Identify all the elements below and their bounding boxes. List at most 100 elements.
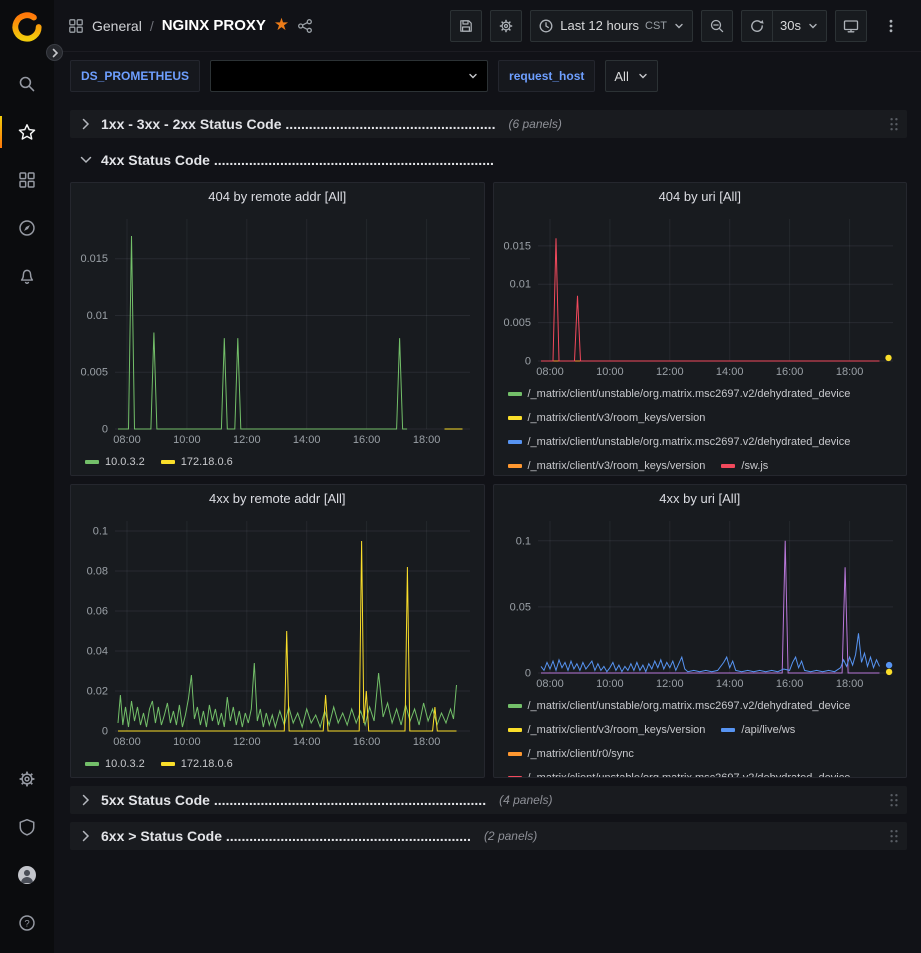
svg-text:12:00: 12:00	[233, 434, 261, 446]
compass-icon	[18, 219, 36, 237]
sidebar-item-help[interactable]: ?	[0, 899, 54, 947]
request-host-value: All	[614, 69, 628, 84]
svg-text:0.015: 0.015	[80, 253, 108, 265]
apps-grid-icon	[68, 18, 84, 34]
clock-icon	[538, 18, 554, 34]
sidebar-item-profile[interactable]	[0, 851, 54, 899]
more-options-button[interactable]	[875, 10, 907, 42]
grafana-app: ? General / NGINX PROXY ★	[0, 0, 921, 953]
chart-canvas[interactable]: 08:0010:0012:0014:0016:0018:0000.050.1	[494, 511, 907, 691]
panel-4xx-by-uri: 4xx by uri [All] 08:0010:0012:0014:0016:…	[493, 484, 908, 778]
legend-item[interactable]: 10.0.3.2	[85, 453, 145, 471]
panel-title[interactable]: 404 by uri [All]	[494, 183, 907, 209]
legend-item[interactable]: /sw.js	[721, 457, 768, 475]
legend-item[interactable]: /_matrix/client/v3/room_keys/version	[508, 409, 706, 427]
bell-icon	[18, 267, 36, 285]
tv-mode-button[interactable]	[835, 10, 867, 42]
legend-label: /_matrix/client/v3/room_keys/version	[528, 409, 706, 427]
sidebar-expand-button[interactable]	[46, 44, 63, 61]
chevron-right-icon	[78, 828, 94, 844]
legend-item[interactable]: /_matrix/client/v3/room_keys/version	[508, 721, 706, 739]
svg-text:0.02: 0.02	[87, 686, 108, 698]
sidebar-item-explore[interactable]	[0, 204, 54, 252]
panel-404-by-uri: 404 by uri [All] 08:0010:0012:0014:0016:…	[493, 182, 908, 476]
zoom-out-button[interactable]	[701, 10, 733, 42]
panel-title[interactable]: 4xx by uri [All]	[494, 485, 907, 511]
grafana-logo-icon[interactable]	[10, 10, 44, 44]
favorite-star-icon[interactable]: ★	[274, 17, 289, 34]
variable-label-ds-prometheus[interactable]: DS_PROMETHEUS	[70, 60, 200, 92]
refresh-interval-dropdown[interactable]: 30s	[773, 10, 827, 42]
legend-swatch	[721, 728, 735, 732]
breadcrumb-separator: /	[150, 18, 154, 34]
legend-item[interactable]: /_matrix/client/unstable/org.matrix.msc2…	[508, 769, 851, 777]
chart-canvas[interactable]: 08:0010:0012:0014:0016:0018:0000.0050.01…	[71, 209, 484, 447]
row-drag-handle[interactable]	[889, 829, 899, 844]
sidebar-item-server-admin[interactable]	[0, 803, 54, 851]
row-6xx[interactable]: 6xx > Status Code ......................…	[70, 822, 907, 850]
legend-swatch	[508, 392, 522, 396]
datasource-select[interactable]	[210, 60, 488, 92]
save-dashboard-button[interactable]	[450, 10, 482, 42]
svg-text:0.01: 0.01	[87, 310, 108, 322]
row-1xx-3xx-2xx[interactable]: 1xx - 3xx - 2xx Status Code ............…	[70, 110, 907, 138]
legend-item[interactable]: /_matrix/client/unstable/org.matrix.msc2…	[508, 433, 851, 451]
row-title: 5xx Status Code ........................…	[101, 792, 486, 808]
chart-legend: 10.0.3.2 172.18.0.6	[71, 749, 484, 777]
panel-title[interactable]: 4xx by remote addr [All]	[71, 485, 484, 511]
legend-swatch	[508, 464, 522, 468]
legend-item[interactable]: 172.18.0.6	[161, 453, 233, 471]
svg-text:0.04: 0.04	[87, 646, 108, 658]
svg-text:14:00: 14:00	[293, 736, 321, 748]
chart-canvas[interactable]: 08:0010:0012:0014:0016:0018:0000.020.040…	[71, 511, 484, 749]
svg-text:0.1: 0.1	[93, 526, 108, 538]
legend-item[interactable]: 10.0.3.2	[85, 755, 145, 773]
sidebar-item-dashboards[interactable]	[0, 156, 54, 204]
svg-text:0.01: 0.01	[509, 279, 530, 291]
svg-text:18:00: 18:00	[835, 366, 863, 378]
chart-legend: /_matrix/client/unstable/org.matrix.msc2…	[494, 379, 907, 475]
panel-title[interactable]: 404 by remote addr [All]	[71, 183, 484, 209]
legend-item[interactable]: 172.18.0.6	[161, 755, 233, 773]
sidebar-item-alerting[interactable]	[0, 252, 54, 300]
legend-label: /_matrix/client/unstable/org.matrix.msc2…	[528, 697, 851, 715]
row-drag-handle[interactable]	[889, 117, 899, 132]
svg-text:?: ?	[24, 918, 29, 929]
legend-item[interactable]: /_matrix/client/v3/room_keys/version	[508, 457, 706, 475]
main-area: General / NGINX PROXY ★	[54, 0, 921, 953]
svg-text:16:00: 16:00	[353, 736, 381, 748]
drag-dots-icon	[889, 117, 899, 132]
request-host-select[interactable]: All	[605, 60, 657, 92]
svg-text:18:00: 18:00	[413, 434, 441, 446]
legend-item[interactable]: /api/live/ws	[721, 721, 795, 739]
chart-canvas[interactable]: 08:0010:0012:0014:0016:0018:0000.0050.01…	[494, 209, 907, 379]
row-5xx[interactable]: 5xx Status Code ........................…	[70, 786, 907, 814]
gear-icon	[498, 18, 514, 34]
legend-item[interactable]: /_matrix/client/unstable/org.matrix.msc2…	[508, 385, 851, 403]
dashboard-settings-button[interactable]	[490, 10, 522, 42]
time-range-picker[interactable]: Last 12 hours CST	[530, 10, 693, 42]
svg-text:0.1: 0.1	[515, 535, 530, 547]
legend-item[interactable]: /_matrix/client/unstable/org.matrix.msc2…	[508, 697, 851, 715]
shield-icon	[18, 818, 36, 836]
sidebar-item-configuration[interactable]	[0, 755, 54, 803]
sidebar-item-search[interactable]	[0, 60, 54, 108]
row-4xx[interactable]: 4xx Status Code ........................…	[70, 146, 907, 174]
legend-label: 10.0.3.2	[105, 755, 145, 773]
row-title: 6xx > Status Code ......................…	[101, 828, 471, 844]
share-icon[interactable]	[297, 18, 313, 34]
row-drag-handle[interactable]	[889, 793, 899, 808]
breadcrumb-folder[interactable]: General	[92, 18, 142, 34]
dashboard-title[interactable]: NGINX PROXY	[162, 17, 266, 34]
svg-text:14:00: 14:00	[715, 366, 743, 378]
legend-item[interactable]: /_matrix/client/r0/sync	[508, 745, 634, 763]
svg-text:16:00: 16:00	[775, 366, 803, 378]
svg-text:16:00: 16:00	[353, 434, 381, 446]
dashboards-grid-icon	[18, 171, 36, 189]
timezone-label: CST	[645, 20, 667, 32]
sidebar-item-starred[interactable]	[0, 108, 54, 156]
legend-label: /_matrix/client/unstable/org.matrix.msc2…	[528, 769, 851, 777]
variable-label-request-host[interactable]: request_host	[498, 60, 595, 92]
svg-text:14:00: 14:00	[293, 434, 321, 446]
refresh-button[interactable]	[741, 10, 773, 42]
